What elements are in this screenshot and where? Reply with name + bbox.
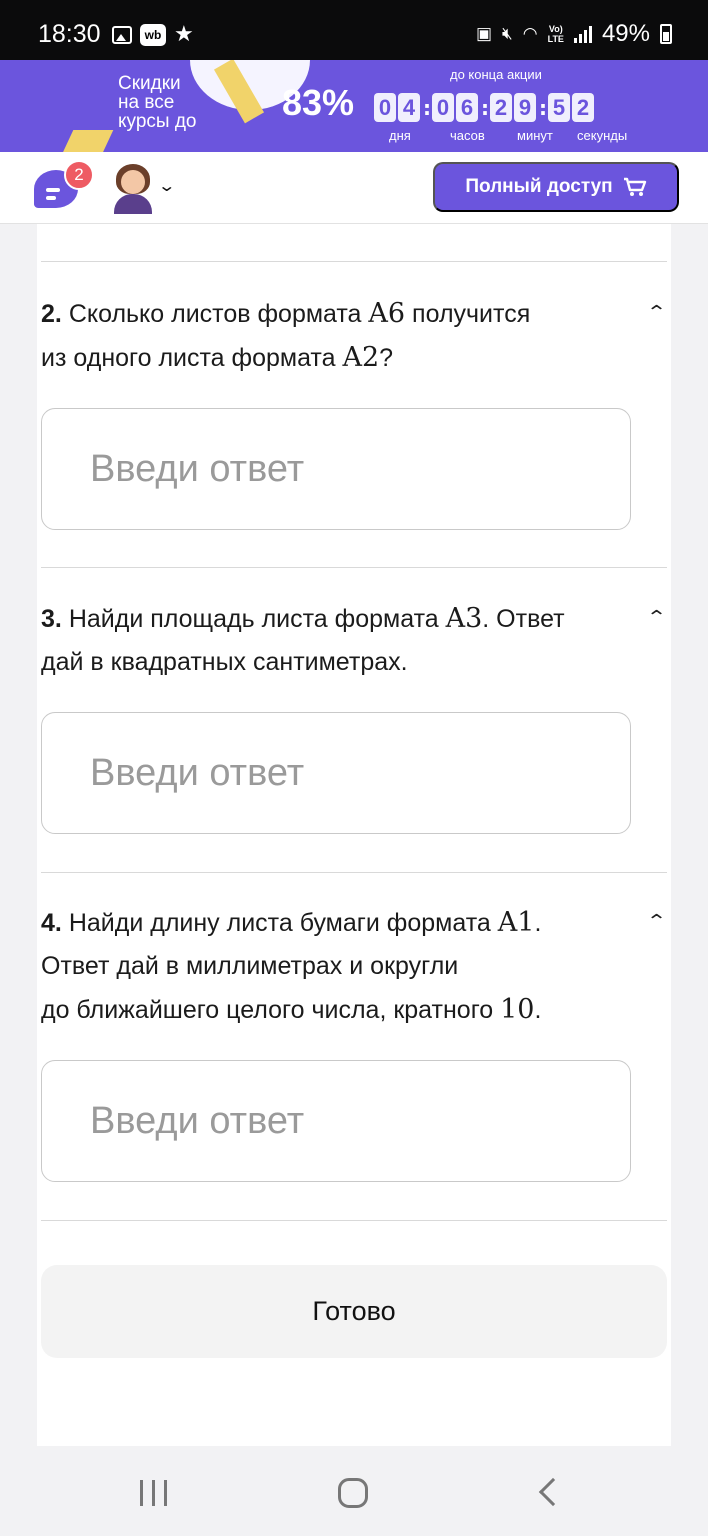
question-number: 2.	[41, 300, 62, 328]
app-header: 2 ⌄ Полный доступ	[0, 152, 708, 224]
done-button[interactable]: Готово	[41, 1265, 667, 1358]
chat-badge: 2	[64, 160, 94, 190]
wifi-icon: ◠	[522, 24, 538, 43]
battery-percent: 49%	[601, 20, 650, 47]
full-access-button[interactable]: Полный доступ	[433, 162, 679, 212]
timer-digit: 6	[456, 93, 478, 122]
battery-saver-icon: ▣	[475, 24, 493, 43]
home-icon[interactable]	[338, 1478, 368, 1508]
battery-icon	[660, 24, 672, 44]
status-bar: 18:30 wb ★ ▣ 🔇︎ ◠ Vo) LTE 49%	[0, 0, 708, 60]
ribbon-decoration	[54, 130, 114, 152]
back-icon[interactable]	[538, 1477, 568, 1507]
divider	[41, 261, 667, 262]
timer-digit: 5	[548, 93, 570, 122]
math-a6: A6	[368, 298, 406, 329]
chevron-up-icon[interactable]: ⌃	[646, 302, 667, 323]
timer-digit: 2	[572, 93, 594, 122]
full-access-label: Полный доступ	[465, 176, 613, 197]
chevron-up-icon[interactable]: ⌃	[646, 911, 667, 932]
gallery-icon	[112, 26, 132, 44]
questions-card: 2. Сколько листов формата A6 получится и…	[37, 224, 671, 1446]
promo-text: Скидки на все курсы до	[118, 73, 197, 132]
system-nav-bar	[0, 1446, 708, 1536]
answer-input-3[interactable]	[41, 712, 631, 834]
status-time: 18:30	[38, 20, 101, 48]
divider	[41, 567, 667, 568]
chevron-down-icon[interactable]: ⌄	[157, 176, 176, 195]
timer-digit: 2	[490, 93, 512, 122]
answer-input-4[interactable]	[41, 1060, 631, 1182]
wb-icon: wb	[140, 24, 166, 46]
timer-unit-minutes: минут	[517, 128, 553, 143]
answer-input-2[interactable]	[41, 408, 631, 530]
countdown-timer: 0 4 : 0 6 : 2 9 : 5 2	[374, 93, 596, 122]
signal-icon	[573, 25, 592, 43]
chat-button[interactable]: 2	[34, 160, 94, 208]
math-10: 10	[500, 994, 535, 1025]
timer-digit: 0	[432, 93, 454, 122]
chevron-up-icon[interactable]: ⌃	[646, 607, 667, 628]
recent-apps-icon[interactable]	[140, 1480, 167, 1506]
volte-icon: Vo) LTE	[547, 24, 564, 44]
timer-unit-days: дня	[389, 128, 411, 143]
divider	[41, 1220, 667, 1221]
math-a2: A2	[342, 342, 380, 373]
divider	[41, 872, 667, 873]
promo-percent: 83%	[282, 82, 355, 123]
timer-digit: 9	[514, 93, 536, 122]
star-icon: ★	[174, 22, 194, 47]
question-number: 4.	[41, 909, 62, 937]
cart-icon	[623, 177, 646, 196]
question-4: 4. Найди длину листа бумаги формата A1. …	[41, 907, 542, 1025]
math-a3: A3	[445, 603, 483, 634]
timer-unit-seconds: секунды	[577, 128, 628, 143]
timer-digit: 4	[398, 93, 420, 122]
question-2: 2. Сколько листов формата A6 получится и…	[41, 298, 531, 373]
mute-icon: 🔇︎	[502, 24, 513, 43]
question-3: 3. Найди площадь листа формата A3. Ответ…	[41, 603, 565, 676]
timer-digit: 0	[374, 93, 396, 122]
promo-until-label: до конца акции	[450, 67, 542, 82]
math-a1: A1	[497, 907, 535, 938]
avatar[interactable]	[112, 164, 154, 214]
question-number: 3.	[41, 605, 62, 633]
timer-unit-hours: часов	[450, 128, 485, 143]
